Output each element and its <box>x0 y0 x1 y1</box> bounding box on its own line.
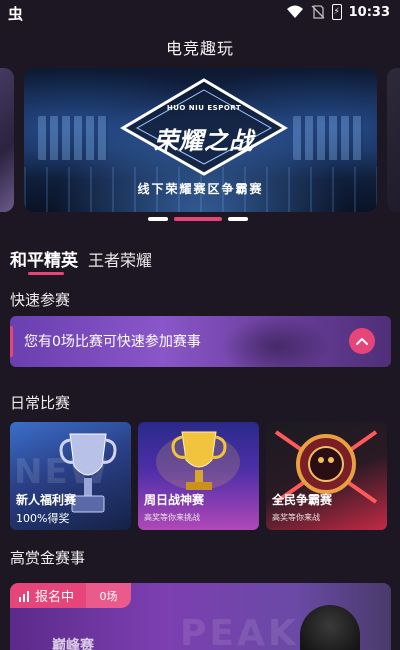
battery-bolt: ⚡ <box>333 7 340 17</box>
expand-button[interactable] <box>349 328 375 354</box>
banner-prev-slide[interactable] <box>0 68 14 212</box>
daily-card-all-people[interactable]: 全民争霸赛 高奖等你来战 <box>266 422 387 530</box>
status-icons: ⚡ 10:33 <box>286 4 390 20</box>
carousel-indicator <box>148 217 248 221</box>
quick-join-figure <box>221 316 331 367</box>
game-tabs: 和平精英 王者荣耀 <box>10 246 152 271</box>
daily-card-sunday[interactable]: 周日战神赛 高奖等你来挑战 <box>138 422 259 530</box>
tab-honor-of-kings[interactable]: 王者荣耀 <box>88 247 152 271</box>
banner-slide[interactable]: HUO NIU ESPORT 荣耀之战 线下荣耀赛区争霸赛 <box>24 68 377 212</box>
reward-title: 巅峰赛 <box>52 638 94 650</box>
bar-chart-icon <box>19 590 29 602</box>
banner-next-slide[interactable] <box>387 68 400 212</box>
card-desc: 100%得奖 <box>16 512 70 525</box>
quick-join-section-title: 快速参赛 <box>10 291 71 309</box>
banner-subtitle: 线下荣耀赛区争霸赛 <box>137 182 264 196</box>
banner-screens-right <box>293 116 363 160</box>
reward-watermark: PEAK <box>180 613 299 650</box>
registration-status-label: 报名中 <box>35 590 75 605</box>
card-title: 新人福利赛 <box>16 493 77 507</box>
active-tab-indicator <box>28 272 64 275</box>
registration-status: 报名中 <box>10 583 87 608</box>
daily-card-newbie[interactable]: NEW 新人福利赛 100%得奖 <box>10 422 131 530</box>
page-title: 电竞趣玩 <box>165 39 234 58</box>
reward-event-card[interactable]: PEAK 报名中 0场 巅峰赛 <box>10 583 391 650</box>
card-desc: 高奖等你来战 <box>272 513 320 522</box>
chevron-up-icon <box>356 338 368 345</box>
player-figure <box>300 605 360 650</box>
quick-join-accent <box>10 326 13 357</box>
no-sim-icon <box>311 5 325 19</box>
card-title: 全民争霸赛 <box>272 493 333 507</box>
reward-badge: 报名中 0场 <box>10 583 132 608</box>
carousel-dot-active[interactable] <box>174 217 222 221</box>
carousel-dot[interactable] <box>228 217 248 221</box>
app-notification-icon: 虫 <box>8 5 24 23</box>
carousel-dot[interactable] <box>148 217 168 221</box>
quick-join-text: 您有0场比赛可快速参加赛事 <box>24 334 201 350</box>
banner-screens-left <box>38 116 108 160</box>
banner-headline: 荣耀之战 <box>154 127 254 155</box>
banner-brand: HUO NIU ESPORT <box>166 104 242 112</box>
status-time: 10:33 <box>348 4 390 20</box>
status-bar: 虫 ⚡ 10:33 <box>0 0 400 26</box>
banner-logo: HUO NIU ESPORT 荣耀之战 <box>119 78 289 176</box>
reward-count: 0场 <box>86 583 132 608</box>
tab-peace-elite[interactable]: 和平精英 <box>10 246 78 271</box>
daily-section-title: 日常比赛 <box>10 394 71 412</box>
wifi-icon <box>286 5 303 18</box>
battery-charging-icon: ⚡ <box>331 4 342 20</box>
card-desc: 高奖等你来挑战 <box>144 513 200 522</box>
card-title: 周日战神赛 <box>144 493 205 507</box>
reward-section-title: 高赏金赛事 <box>10 549 86 567</box>
quick-join-bar[interactable]: 您有0场比赛可快速参加赛事 <box>10 316 391 367</box>
